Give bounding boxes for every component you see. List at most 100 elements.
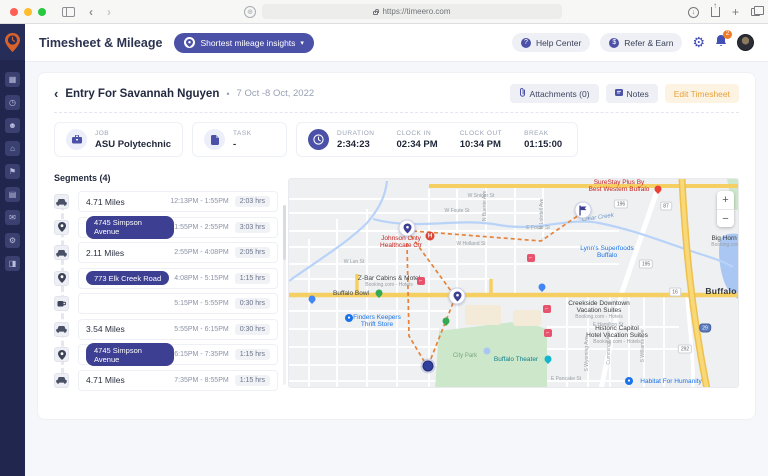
segment-row[interactable]: 4.71 Miles7:35PM - 8:55PM1:15 hrs <box>54 370 278 391</box>
map-marker-pin-red[interactable] <box>655 186 662 193</box>
chevron-down-icon: ▾ <box>300 39 304 47</box>
shortest-mileage-insights-button[interactable]: Shortest mileage insights ▾ <box>174 33 313 53</box>
sidebar-item-jobs[interactable]: ⌂ <box>5 141 20 156</box>
map-marker-bed[interactable]: ⌐ <box>527 254 535 262</box>
map-marker-stop-pin[interactable] <box>449 288 466 305</box>
map-marker-pin-blue[interactable] <box>539 284 546 291</box>
map-marker-bed[interactable]: ⌐ <box>544 329 552 337</box>
drive-icon-wrap <box>54 245 69 260</box>
gift-icon: $ <box>609 38 619 48</box>
map-label: City Park <box>453 353 477 360</box>
map-marker-info-blue[interactable]: ● <box>625 377 633 385</box>
segment-row[interactable]: 4745 Simpson Avenue1:55PM - 2:55PM3:03 h… <box>54 217 278 238</box>
user-avatar[interactable] <box>737 34 754 51</box>
lock-icon <box>373 11 378 15</box>
sidebar-item-settings[interactable]: ⚙ <box>5 233 20 248</box>
segment-row[interactable]: 2.11 Miles2:55PM - 4:08PM2:05 hrs <box>54 242 278 263</box>
segments-scrollbar[interactable] <box>283 205 286 385</box>
segment-row[interactable]: 4.71 Miles12:13PM - 1:55PM2:03 hrs <box>54 191 278 212</box>
insights-button-label: Shortest mileage insights <box>200 38 295 48</box>
attachments-button[interactable]: Attachments (0) <box>510 84 599 103</box>
address-bar[interactable]: https://timeero.com <box>262 4 562 19</box>
map-label: N Lobdell Ave <box>540 198 546 229</box>
zoom-window-button[interactable] <box>38 8 46 16</box>
segment-time: 5:55PM - 6:15PM <box>174 326 228 333</box>
poi-info-icon: ● <box>625 377 633 385</box>
map-label: Buffalo Bowl <box>333 290 369 297</box>
segment-row[interactable]: 773 Elk Creek Road4:08PM - 5:15PM1:15 hr… <box>54 268 278 289</box>
map-marker-bed[interactable]: ⌐ <box>543 305 551 313</box>
tab-overview-icon[interactable] <box>751 8 760 16</box>
close-window-button[interactable] <box>10 8 18 16</box>
task-value: - <box>233 139 252 150</box>
map-label: Big Horn Motel <box>712 235 740 242</box>
stop-icon-wrap <box>54 347 69 362</box>
map-zoom-controls: + − <box>717 191 734 227</box>
task-card: TASK - <box>192 122 287 157</box>
segment-row[interactable]: 3.54 Miles5:55PM - 6:15PM0:30 hrs <box>54 319 278 340</box>
route-end-dot <box>423 361 434 372</box>
map-marker-end-dot[interactable] <box>423 361 434 372</box>
hotel-bed-icon: ⌐ <box>543 305 551 313</box>
break-icon-wrap <box>54 296 69 311</box>
duration-card: DURATION 2:34:23 CLOCK IN 02:34 PM CLOCK… <box>296 122 578 157</box>
blue-poi-pin <box>537 282 547 292</box>
back-icon[interactable]: ‹ <box>89 6 93 18</box>
timeero-logo[interactable] <box>0 24 25 60</box>
map-marker-pin-blue[interactable] <box>309 296 316 303</box>
help-center-button[interactable]: ? Help Center <box>512 33 590 52</box>
map[interactable]: SureStay Plus ByBest Western BuffaloJohn… <box>288 178 739 388</box>
map-marker-hospital[interactable]: H <box>426 232 435 241</box>
gear-icon[interactable]: ⚙ <box>692 34 705 51</box>
map-marker-pin-green[interactable] <box>376 290 383 297</box>
drive-icon-wrap <box>54 322 69 337</box>
sidebar-item-mileage[interactable]: ⚑ <box>5 164 20 179</box>
downloads-icon[interactable]: ↓ <box>688 7 699 18</box>
map-label: Buffalo Theater <box>494 356 538 363</box>
sidebar-item-support[interactable]: ◨ <box>5 256 20 271</box>
map-marker-finish-flag[interactable] <box>575 202 592 219</box>
zoom-out-button[interactable]: − <box>717 209 734 227</box>
refer-earn-button[interactable]: $ Refer & Earn <box>600 33 682 52</box>
segment-row[interactable]: 4745 Simpson Avenue6:15PM - 7:35PM1:15 h… <box>54 344 278 365</box>
segment-row[interactable]: 5:15PM - 5:55PM0:30 hrs <box>54 293 278 314</box>
segment-hours-chip: 0:30 hrs <box>235 298 270 309</box>
sidebar-item-reports[interactable]: ▤ <box>5 187 20 202</box>
notes-button[interactable]: Notes <box>606 84 658 103</box>
edit-timesheet-button[interactable]: Edit Timesheet <box>665 84 739 103</box>
segment-label: 2.11 Miles <box>86 248 124 258</box>
clock-icon <box>308 129 329 150</box>
stop-pin-icon <box>453 291 461 301</box>
segments-list: 4.71 Miles12:13PM - 1:55PM2:03 hrs 4745 S… <box>54 191 278 391</box>
forward-icon[interactable]: › <box>107 6 111 18</box>
map-marker-pin-teal[interactable] <box>545 356 552 363</box>
segment-hours-chip: 1:15 hrs <box>235 375 270 386</box>
share-icon[interactable] <box>711 7 720 17</box>
sidebar-item-messages[interactable]: ✉ <box>5 210 20 225</box>
sidebar-item-dashboard[interactable]: ▦ <box>5 72 20 87</box>
minimize-window-button[interactable] <box>24 8 32 16</box>
map-label: Buffalo <box>705 287 736 297</box>
segment-time: 6:15PM - 7:35PM <box>174 351 228 358</box>
sidebar-item-schedule[interactable]: ◷ <box>5 95 20 110</box>
browser-sidebar-icon[interactable] <box>62 7 75 17</box>
route-shield: 16 <box>669 288 681 297</box>
sidebar-item-team[interactable]: ☻ <box>5 118 20 133</box>
hotel-bed-icon: ⌐ <box>527 254 535 262</box>
map-marker-info-blue[interactable]: ● <box>345 314 353 322</box>
entry-title: Entry For Savannah Nguyen <box>65 88 219 100</box>
segment-hours-chip: 2:03 hrs <box>235 196 270 207</box>
task-doc-icon <box>204 129 225 150</box>
map-marker-pin-green[interactable] <box>443 318 450 325</box>
new-tab-icon[interactable]: + <box>732 5 739 19</box>
page-settings-icon[interactable]: ⊕ <box>244 6 256 18</box>
map-marker-stop-pin[interactable] <box>399 220 416 237</box>
map-label: W Foute St <box>444 209 469 215</box>
zoom-in-button[interactable]: + <box>717 191 734 209</box>
map-label: Creekside DowntownVacation Suites <box>568 300 629 315</box>
location-pin-icon <box>58 222 66 232</box>
map-marker-bed[interactable]: ⌐ <box>417 277 425 285</box>
notifications-bell-icon[interactable]: 2 <box>715 34 727 52</box>
back-chevron-icon[interactable]: ‹ <box>54 87 58 100</box>
route-shield: 87 <box>660 202 672 211</box>
